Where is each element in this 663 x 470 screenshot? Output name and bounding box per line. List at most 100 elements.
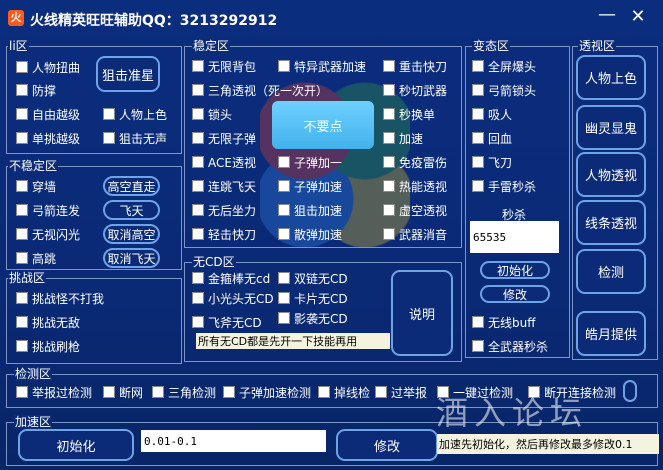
checkbox-box[interactable]: [472, 132, 484, 144]
checkbox-box[interactable]: [278, 156, 290, 168]
checkbox-detect-1[interactable]: 断网: [103, 383, 143, 401]
checkbox-box[interactable]: [103, 386, 115, 398]
checkbox-box[interactable]: [192, 292, 204, 304]
checkbox-box[interactable]: [278, 292, 290, 304]
checkbox-stable-c1-6[interactable]: 无后坐力: [192, 201, 256, 219]
checkbox-box[interactable]: [278, 204, 290, 216]
checkbox-detect-0[interactable]: 举报过检测: [16, 383, 92, 401]
checkbox-detect-3[interactable]: 子弹加速检测: [223, 383, 311, 401]
checkbox-box[interactable]: [103, 108, 115, 120]
checkbox-box[interactable]: [383, 84, 395, 96]
kill-value-input[interactable]: 65535: [470, 221, 559, 253]
cancel-high-button[interactable]: 取消高空: [103, 224, 160, 244]
checkbox-box[interactable]: [16, 316, 28, 328]
checkbox-transform-5[interactable]: 手雷秒杀: [472, 177, 536, 195]
checkbox-box[interactable]: [192, 204, 204, 216]
explain-button[interactable]: 说明: [391, 270, 453, 356]
checkbox-box[interactable]: [152, 386, 164, 398]
checkbox-box[interactable]: [472, 316, 484, 328]
checkbox-box[interactable]: [192, 156, 204, 168]
checkbox-box[interactable]: [192, 180, 204, 192]
checkbox-unstable-3[interactable]: 高跳: [16, 249, 56, 267]
checkbox-stable-c3-7[interactable]: 武器消音: [383, 225, 447, 243]
checkbox-nocd-5[interactable]: 影袭无CD: [278, 309, 348, 327]
checkbox-li-2[interactable]: 自由越级: [16, 105, 80, 123]
checkbox-stable-c1-1[interactable]: 三角透视（死一次开）: [192, 81, 328, 99]
checkbox-stable-c1-7[interactable]: 轻击快刀: [192, 225, 256, 243]
checkbox-box[interactable]: [318, 386, 330, 398]
checkbox-stable-c2-1[interactable]: 子弹加一: [278, 153, 342, 171]
checkbox-detect-2[interactable]: 三角检测: [152, 383, 216, 401]
checkbox-box[interactable]: [192, 272, 204, 284]
cancel-fly-button[interactable]: 取消飞天: [103, 248, 160, 268]
checkbox-box[interactable]: [103, 132, 115, 144]
checkbox-challenge-0[interactable]: 挑战怪不打我: [16, 289, 104, 307]
checkbox-box[interactable]: [16, 340, 28, 352]
persp-detect-button[interactable]: 检测: [576, 249, 646, 294]
checkbox-stable-c2-3[interactable]: 狙击加速: [278, 201, 342, 219]
checkbox-stable-c1-0[interactable]: 无限背包: [192, 57, 256, 75]
checkbox-li-3[interactable]: 人物上色: [103, 105, 167, 123]
checkbox-stable-c3-1[interactable]: 秒切武器: [383, 81, 447, 99]
accel-value-input[interactable]: 0.01-0.1: [141, 430, 326, 452]
checkbox-nocd-4[interactable]: 飞斧无CD: [192, 313, 262, 331]
checkbox-box[interactable]: [16, 252, 28, 264]
checkbox-box[interactable]: [16, 180, 28, 192]
aim-crosshair-button[interactable]: 狙击准星: [96, 56, 160, 92]
checkbox-nocd-2[interactable]: 小光头无CD: [192, 289, 274, 307]
checkbox-box[interactable]: [472, 60, 484, 72]
checkbox-unstable-1[interactable]: 弓箭连发: [16, 201, 80, 219]
checkbox-box[interactable]: [278, 312, 290, 324]
checkbox-box[interactable]: [192, 108, 204, 120]
dont-click-button[interactable]: 不要点: [272, 101, 374, 149]
checkbox-box[interactable]: [278, 228, 290, 240]
checkbox-nocd-3[interactable]: 卡片无CD: [278, 289, 348, 307]
checkbox-box[interactable]: [16, 108, 28, 120]
checkbox-nocd-0[interactable]: 金箍棒无cd: [192, 269, 270, 287]
checkbox-stable-c1-3[interactable]: 无限子弹: [192, 129, 256, 147]
persp-char-xray-button[interactable]: 人物透视: [576, 152, 646, 197]
checkbox-stable-c1-2[interactable]: 锁头: [192, 105, 232, 123]
persp-char-color-button[interactable]: 人物上色: [576, 55, 646, 100]
checkbox-transform-3[interactable]: 回血: [472, 129, 512, 147]
checkbox-box[interactable]: [278, 272, 290, 284]
checkbox-li-1[interactable]: 防撑: [16, 81, 56, 99]
checkbox-li-4[interactable]: 单挑越级: [16, 129, 80, 147]
fly-button[interactable]: 飞天: [103, 200, 160, 220]
checkbox-box[interactable]: [472, 156, 484, 168]
persp-provider-button[interactable]: 皓月提供: [576, 311, 646, 356]
persp-line-xray-button[interactable]: 线条透视: [576, 200, 646, 245]
minimize-button[interactable]: —: [597, 6, 617, 26]
checkbox-transform-buff[interactable]: 无线buff: [472, 313, 536, 331]
checkbox-box[interactable]: [192, 84, 204, 96]
checkbox-box[interactable]: [472, 340, 484, 352]
checkbox-transform-allkill[interactable]: 全武器秒杀: [472, 337, 548, 355]
persp-ghost-button[interactable]: 幽灵显鬼: [576, 105, 646, 150]
checkbox-unstable-0[interactable]: 穿墙: [16, 177, 56, 195]
close-button[interactable]: ✕: [628, 8, 648, 26]
high-walk-button[interactable]: 高空直走: [103, 176, 160, 196]
transform-modify-button[interactable]: 修改: [480, 285, 550, 303]
checkbox-box[interactable]: [383, 60, 395, 72]
checkbox-box[interactable]: [192, 132, 204, 144]
checkbox-box[interactable]: [383, 228, 395, 240]
checkbox-unstable-2[interactable]: 无视闪光: [16, 225, 80, 243]
checkbox-box[interactable]: [192, 228, 204, 240]
checkbox-stable-c3-3[interactable]: 加速: [383, 129, 423, 147]
detect-scroll-handle[interactable]: [623, 380, 637, 402]
checkbox-stable-c1-4[interactable]: ACE透视: [192, 153, 256, 171]
checkbox-box[interactable]: [278, 60, 290, 72]
checkbox-box[interactable]: [16, 204, 28, 216]
checkbox-box[interactable]: [192, 60, 204, 72]
checkbox-stable-c2-2[interactable]: 子弹加速: [278, 177, 342, 195]
checkbox-box[interactable]: [472, 108, 484, 120]
checkbox-box[interactable]: [16, 386, 28, 398]
checkbox-transform-4[interactable]: 飞刀: [472, 153, 512, 171]
checkbox-box[interactable]: [383, 180, 395, 192]
checkbox-stable-c1-5[interactable]: 连跳飞天: [192, 177, 256, 195]
accel-init-button[interactable]: 初始化: [18, 429, 134, 461]
accel-modify-button[interactable]: 修改: [336, 429, 438, 461]
checkbox-box[interactable]: [383, 204, 395, 216]
checkbox-box[interactable]: [383, 156, 395, 168]
checkbox-detect-5[interactable]: 过举报: [375, 383, 427, 401]
